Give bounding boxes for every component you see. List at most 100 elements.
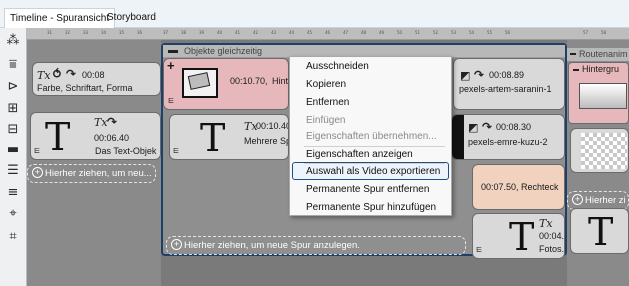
ruler-tick: 33 xyxy=(83,30,89,35)
background-clip[interactable]: Hintergru xyxy=(568,62,629,124)
clip-label: Fotos. xyxy=(539,244,565,254)
ruler-tick: 39 xyxy=(199,30,205,35)
collapse-icon[interactable] xyxy=(570,53,576,55)
clip-marker-icon: ⋿ xyxy=(173,148,180,155)
ruler-tick: 52 xyxy=(433,30,439,35)
clip-label: Hint xyxy=(272,76,289,86)
ruler-tick: 53 xyxy=(451,30,457,35)
clip-marker-icon: ⋿ xyxy=(476,247,483,254)
clip-marker-icon: ⋿ xyxy=(34,148,41,155)
add-icon: + xyxy=(32,167,43,178)
group-title: Routenanim xyxy=(579,49,628,59)
menu-item-show-properties[interactable]: Eigenschaften anzeigen xyxy=(306,149,413,160)
snap-icon[interactable]: ⩸ xyxy=(3,55,23,73)
minus-track-icon[interactable]: ⊟ xyxy=(3,120,23,138)
clip-time: 00:04.7 xyxy=(539,231,565,241)
text-object-icon: T xyxy=(588,210,614,254)
curve-icon: ↷ xyxy=(66,67,77,81)
ruler-tick: 34 xyxy=(101,30,107,35)
magic-wand-icon[interactable]: ⁂ xyxy=(3,31,23,49)
ruler-tick: 51 xyxy=(415,30,421,35)
clip-time: 00:08 xyxy=(82,70,105,80)
clip-time: 00:10.70, xyxy=(230,76,268,86)
ripple-icon[interactable]: ▬ xyxy=(3,140,23,158)
ruler-tick: 55 xyxy=(487,30,493,35)
marker-icon[interactable]: ⌖ xyxy=(3,204,23,222)
context-menu: Ausschneiden Kopieren Entfernen Einfügen… xyxy=(289,56,452,216)
thumbnail xyxy=(452,115,464,159)
drop-zone-label: Hierher zi xyxy=(585,195,626,206)
clip-label: 00:07.50, Rechteck xyxy=(481,182,559,192)
text-clip[interactable]: T Tx ↷ 00:06.40 Das Text-Objek ⋿ xyxy=(30,112,161,160)
ruler-tick: 31 xyxy=(47,30,53,35)
clip-label: Hintergru xyxy=(582,64,620,74)
rectangle-clip[interactable]: 00:07.50, Rechteck xyxy=(472,164,565,210)
text-effect-icon: Tx xyxy=(539,217,553,230)
drop-zone-label: Hierher ziehen, um neue Spur anzulegen. xyxy=(184,240,360,251)
ruler-tick: 37 xyxy=(163,30,169,35)
image-clip[interactable] xyxy=(570,128,629,173)
clip-label: Farbe, Schriftart, Forma xyxy=(37,83,133,93)
ruler-tick: 54 xyxy=(469,30,475,35)
curve-icon: ↷ xyxy=(107,115,118,129)
clip-label: pexels-emre-kuzu-2 xyxy=(468,137,548,147)
clip-label: Mehrere Sp xyxy=(244,136,289,146)
ruler-tick: 36 xyxy=(137,30,143,35)
menu-item-paste: Einfügen xyxy=(306,115,346,126)
ruler-tick: 49 xyxy=(379,30,385,35)
ruler-tick: 47 xyxy=(343,30,349,35)
image-icon: ◩ xyxy=(468,121,479,134)
clip-time: 00:10.40 xyxy=(256,121,289,131)
collapse-icon xyxy=(573,69,579,71)
drop-zone-label: Hierher ziehen, um neu... xyxy=(45,168,152,179)
tab-timeline[interactable]: Timeline - Spuransicht xyxy=(4,8,116,29)
right-track-area: Routenanim Hintergru + Hierher zi T xyxy=(567,40,629,286)
tab-storyboard[interactable]: Storyboard xyxy=(102,8,161,28)
menu-item-remove-permanent-track[interactable]: Permanente Spur entfernen xyxy=(306,184,429,195)
ruler-tick: 38 xyxy=(181,30,187,35)
ruler-tick: 42 xyxy=(253,30,259,35)
text-clip[interactable]: T Tx 00:10.40 Mehrere Sp ⋿ xyxy=(169,114,289,160)
menu-item-copy[interactable]: Kopieren xyxy=(306,79,346,90)
clip-label: Das Text-Objek xyxy=(95,146,157,156)
text-object-icon: T xyxy=(509,215,535,259)
ruler-tick: 43 xyxy=(271,30,277,35)
menu-item-cut[interactable]: Ausschneiden xyxy=(306,61,369,72)
image-clip[interactable]: ◩ ↷ 00:08.30 pexels-emre-kuzu-2 xyxy=(451,114,565,160)
align-icon[interactable]: ☰ xyxy=(3,161,23,179)
crop-icon[interactable]: ⌗ xyxy=(3,227,23,245)
photo-clip[interactable]: + 00:10.70, Hint ⋿ xyxy=(163,58,289,110)
ruler-tick: 35 xyxy=(119,30,125,35)
animation-icon: ⥀ xyxy=(52,67,63,81)
collapse-icon[interactable] xyxy=(168,50,178,53)
text-object-icon: T xyxy=(200,116,226,160)
text-clip[interactable]: T xyxy=(570,208,629,254)
text-effect-icon: Tx xyxy=(94,116,108,129)
plus-track-icon[interactable]: ⊞ xyxy=(3,99,23,117)
menu-separator xyxy=(304,163,445,164)
add-icon: + xyxy=(171,239,182,250)
group-title: Objekte gleichzeitig xyxy=(184,46,263,56)
timeline-ruler[interactable]: 31 32 33 34 35 36 37 38 39 40 41 42 43 4… xyxy=(27,28,629,40)
image-clip[interactable]: ◩ ↷ 00:08.89 pexels-artem-saranin-1 xyxy=(453,58,565,110)
ruler-tick: 41 xyxy=(235,30,241,35)
drop-zone[interactable]: + Hierher ziehen, um neu... xyxy=(27,164,156,183)
menu-item-export-video[interactable]: Auswahl als Video exportieren xyxy=(306,166,440,177)
ruler-tick: 57 xyxy=(583,30,589,35)
effect-clip[interactable]: Tx ⥀ ↷ 00:08 Farbe, Schriftart, Forma xyxy=(32,62,161,96)
menu-item-add-permanent-track[interactable]: Permanente Spur hinzufügen xyxy=(306,202,436,213)
ruler-tick: 48 xyxy=(361,30,367,35)
menu-item-remove[interactable]: Entfernen xyxy=(306,97,349,108)
track-icon[interactable]: ⊳ xyxy=(3,77,23,95)
distribute-icon[interactable]: ≡ xyxy=(3,183,23,201)
curve-icon: ↷ xyxy=(474,68,485,82)
drop-zone[interactable]: + Hierher ziehen, um neue Spur anzulegen… xyxy=(166,236,466,255)
clip-time: 00:08.30 xyxy=(496,122,532,132)
group-header[interactable]: Routenanim xyxy=(567,48,629,61)
text-clip[interactable]: T Tx 00:04.7 Fotos. ⋿ xyxy=(472,213,565,259)
tab-bar: Timeline - Spuransicht Storyboard xyxy=(0,0,629,29)
thumbnail xyxy=(579,83,627,109)
add-icon: + xyxy=(572,194,583,205)
ruler-tick: 40 xyxy=(217,30,223,35)
menu-separator xyxy=(304,146,445,147)
